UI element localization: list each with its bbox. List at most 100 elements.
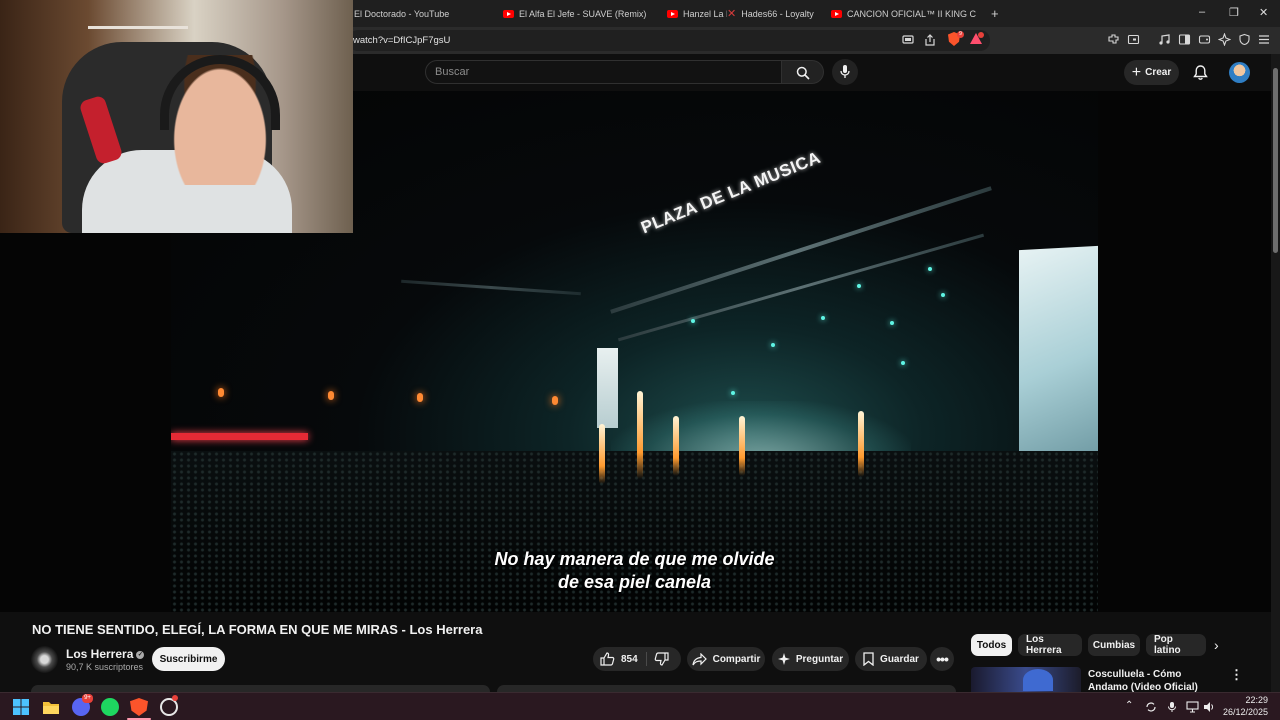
chevron-up-icon[interactable]: ⌃ (1125, 700, 1133, 711)
subtitle-line-2: de esa piel canela (557, 572, 712, 592)
tab-cancion-oficial[interactable]: CANCION OFICIAL™ II KING CRIPS II (831, 4, 976, 23)
scrollbar-thumb[interactable] (1273, 68, 1278, 253)
tab-title: El Alfa El Jefe - SUAVE (Remix) Ft. Chen… (519, 8, 649, 19)
dislike-icon[interactable] (654, 652, 669, 666)
venue-sign: PLAZA DE LA MUSICA (638, 147, 824, 238)
description-box[interactable] (31, 685, 490, 692)
stage-light (731, 391, 735, 395)
youtube-masthead: + Crear (353, 54, 1280, 91)
more-vertical-icon[interactable]: ⋮ (1230, 667, 1243, 683)
create-label: Crear (1145, 67, 1172, 78)
channel-name[interactable]: Los Herrera (66, 647, 133, 661)
chevron-right-icon[interactable]: › (1214, 637, 1219, 653)
close-tab-icon[interactable]: ✕ (727, 7, 736, 20)
share-icon (691, 652, 707, 665)
firework-fountain (739, 416, 745, 476)
channel-name-block[interactable]: Los Herrera ✓ (66, 647, 145, 661)
wall-lamp (417, 393, 423, 402)
red-light-bar (171, 433, 308, 440)
search-button[interactable] (782, 60, 824, 84)
firework-fountain (673, 416, 679, 476)
save-label: Guardar (880, 653, 919, 665)
search-input[interactable] (435, 66, 755, 78)
subscribe-button[interactable]: Suscribirme (152, 647, 225, 671)
stage-screen-left (597, 348, 618, 428)
comments-box[interactable] (497, 685, 956, 692)
chip-pop-latino[interactable]: Pop latino (1146, 634, 1206, 656)
rewards-badge (978, 32, 984, 38)
tab-hanzel[interactable]: Hanzel La H (667, 4, 727, 23)
search-icon (796, 66, 810, 80)
brave-browser-icon[interactable] (130, 698, 148, 716)
firework-fountain (637, 391, 643, 479)
tab-title: El Doctorado - YouTube (354, 8, 450, 19)
verified-icon: ✓ (136, 650, 145, 659)
video-title: NO TIENE SENTIDO, ELEGÍ, LA FORMA EN QUE… (32, 622, 483, 637)
stage-light (821, 316, 825, 320)
volume-icon[interactable] (1203, 701, 1215, 713)
like-count[interactable]: 854 (621, 654, 638, 665)
account-avatar[interactable] (1229, 62, 1250, 83)
more-horizontal-icon: ••• (936, 651, 949, 667)
wall-lamp (552, 396, 558, 405)
stage-light (771, 343, 775, 347)
chip-cumbias[interactable]: Cumbias (1088, 634, 1140, 656)
chip-los-herrera[interactable]: Los Herrera (1018, 634, 1082, 656)
microphone-icon (840, 65, 850, 78)
wall-lamp (218, 388, 224, 397)
chip-todos[interactable]: Todos (971, 634, 1012, 656)
minimize-button[interactable]: – (1199, 6, 1205, 18)
extensions-icon[interactable] (1107, 33, 1120, 46)
microphone-tray-icon[interactable] (1167, 701, 1177, 713)
tab-hades66[interactable]: ✕ Hades66 - Loyalty Fe (727, 4, 815, 23)
cast-icon[interactable] (902, 35, 914, 45)
page-scrollbar[interactable] (1271, 54, 1280, 692)
stage-truss (401, 279, 581, 296)
windows-start-icon[interactable] (12, 698, 30, 716)
channel-avatar[interactable] (31, 646, 58, 673)
recommendation-thumbnail[interactable] (971, 667, 1081, 692)
shelf (88, 26, 188, 29)
brave-wallet-icon[interactable] (1198, 33, 1211, 46)
wallet-icon[interactable] (1127, 33, 1140, 46)
stage-light (857, 284, 861, 288)
ask-button[interactable]: Preguntar (772, 647, 849, 671)
url-text: watch?v=DfICJpF7gsU (353, 35, 451, 46)
clock-date[interactable]: 26/12/2025 (1218, 707, 1268, 717)
url-field[interactable]: watch?v=DfICJpF7gsU (348, 30, 990, 51)
shield-badge: 9 (957, 31, 964, 38)
main-menu-icon[interactable] (1258, 34, 1270, 45)
network-icon[interactable] (1186, 701, 1199, 713)
more-actions-button[interactable]: ••• (930, 647, 954, 671)
ask-label: Preguntar (795, 653, 844, 665)
leo-ai-icon[interactable] (1218, 33, 1231, 46)
obs-badge (172, 695, 178, 701)
firework-fountain (599, 424, 605, 484)
like-icon[interactable] (600, 652, 615, 666)
tab-title: Hanzel La H (683, 8, 727, 19)
share-page-icon[interactable] (924, 34, 936, 46)
recommendation-title[interactable]: Cosculluela - Cómo Andamo (Video Oficial… (1088, 668, 1213, 692)
sync-icon[interactable] (1145, 701, 1157, 713)
file-explorer-icon[interactable] (42, 698, 60, 716)
share-label: Compartir (712, 653, 761, 665)
maximize-button[interactable]: ❐ (1229, 6, 1239, 19)
new-tab-button[interactable]: + (991, 4, 999, 23)
save-button[interactable]: Guardar (855, 647, 927, 671)
tab-el-doctorado[interactable]: El Doctorado - YouTube (354, 4, 494, 23)
voice-search-button[interactable] (832, 59, 858, 85)
vpn-icon[interactable] (1238, 33, 1251, 46)
media-playlist-icon[interactable] (1158, 33, 1171, 46)
spotify-icon[interactable] (101, 698, 119, 716)
clock-time[interactable]: 22:29 (1228, 695, 1268, 705)
close-window-button[interactable]: ✕ (1259, 6, 1268, 19)
stage-light (691, 319, 695, 323)
search-box[interactable] (425, 60, 782, 84)
notifications-bell-icon[interactable] (1193, 64, 1208, 81)
firework-fountain (858, 411, 864, 477)
share-button[interactable]: Compartir (687, 647, 765, 671)
create-button[interactable]: + Crear (1124, 60, 1179, 85)
tab-el-alfa[interactable]: El Alfa El Jefe - SUAVE (Remix) Ft. Chen… (503, 4, 649, 23)
tab-title: Hades66 - Loyalty Fe (741, 8, 815, 19)
sidebar-toggle-icon[interactable] (1178, 33, 1191, 46)
